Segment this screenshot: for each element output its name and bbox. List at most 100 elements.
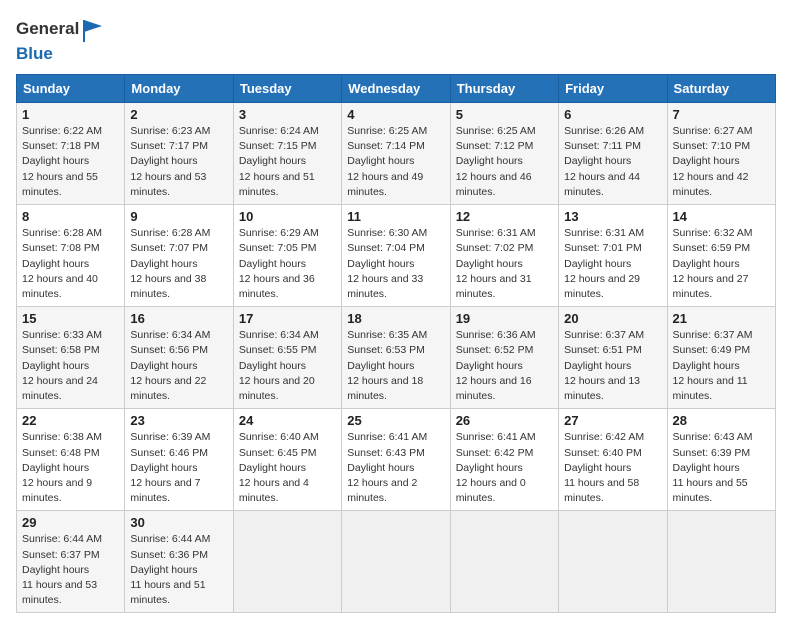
calendar-cell: 2 Sunrise: 6:23 AMSunset: 7:17 PMDaylight… (125, 103, 233, 205)
day-number: 29 (22, 515, 119, 530)
day-info: Sunrise: 6:37 AMSunset: 6:51 PMDaylight … (564, 328, 661, 404)
day-number: 22 (22, 413, 119, 428)
day-number: 18 (347, 311, 444, 326)
logo-flag-icon (80, 16, 108, 44)
calendar-cell: 3 Sunrise: 6:24 AMSunset: 7:15 PMDaylight… (233, 103, 341, 205)
day-number: 20 (564, 311, 661, 326)
day-info: Sunrise: 6:37 AMSunset: 6:49 PMDaylight … (673, 328, 770, 404)
day-number: 12 (456, 209, 553, 224)
day-number: 4 (347, 107, 444, 122)
calendar-cell (559, 511, 667, 613)
calendar-cell: 27 Sunrise: 6:42 AMSunset: 6:40 PMDayligh… (559, 409, 667, 511)
day-number: 19 (456, 311, 553, 326)
day-info: Sunrise: 6:42 AMSunset: 6:40 PMDaylight … (564, 430, 661, 506)
calendar-cell: 19 Sunrise: 6:36 AMSunset: 6:52 PMDayligh… (450, 307, 558, 409)
day-info: Sunrise: 6:39 AMSunset: 6:46 PMDaylight … (130, 430, 227, 506)
calendar-week-4: 22 Sunrise: 6:38 AMSunset: 6:48 PMDayligh… (17, 409, 776, 511)
calendar-cell: 22 Sunrise: 6:38 AMSunset: 6:48 PMDayligh… (17, 409, 125, 511)
calendar-cell: 16 Sunrise: 6:34 AMSunset: 6:56 PMDayligh… (125, 307, 233, 409)
day-info: Sunrise: 6:44 AMSunset: 6:37 PMDaylight … (22, 532, 119, 608)
day-info: Sunrise: 6:23 AMSunset: 7:17 PMDaylight … (130, 124, 227, 200)
logo: General Blue (16, 16, 109, 64)
day-info: Sunrise: 6:35 AMSunset: 6:53 PMDaylight … (347, 328, 444, 404)
calendar-cell: 8Sunrise: 6:28 AMSunset: 7:08 PMDaylight… (17, 205, 125, 307)
day-number: 25 (347, 413, 444, 428)
calendar-cell (450, 511, 558, 613)
calendar-cell: 25 Sunrise: 6:41 AMSunset: 6:43 PMDayligh… (342, 409, 450, 511)
calendar-cell: 14Sunrise: 6:32 AMSunset: 6:59 PMDayligh… (667, 205, 775, 307)
weekday-header-sunday: Sunday (17, 75, 125, 103)
calendar-cell: 18 Sunrise: 6:35 AMSunset: 6:53 PMDayligh… (342, 307, 450, 409)
weekday-header-saturday: Saturday (667, 75, 775, 103)
day-number: 6 (564, 107, 661, 122)
calendar-week-2: 8Sunrise: 6:28 AMSunset: 7:08 PMDaylight… (17, 205, 776, 307)
day-number: 2 (130, 107, 227, 122)
day-number: 15 (22, 311, 119, 326)
calendar-cell: 4 Sunrise: 6:25 AMSunset: 7:14 PMDaylight… (342, 103, 450, 205)
calendar-cell: 9 Sunrise: 6:28 AMSunset: 7:07 PMDaylight… (125, 205, 233, 307)
calendar-week-1: 1 Sunrise: 6:22 AMSunset: 7:18 PMDaylight… (17, 103, 776, 205)
weekday-header-thursday: Thursday (450, 75, 558, 103)
day-number: 11 (347, 209, 444, 224)
day-number: 28 (673, 413, 770, 428)
calendar-cell: 29 Sunrise: 6:44 AMSunset: 6:37 PMDayligh… (17, 511, 125, 613)
calendar-cell: 17Sunrise: 6:34 AMSunset: 6:55 PMDayligh… (233, 307, 341, 409)
calendar-cell (667, 511, 775, 613)
calendar-cell: 5 Sunrise: 6:25 AMSunset: 7:12 PMDaylight… (450, 103, 558, 205)
calendar-cell: 21 Sunrise: 6:37 AMSunset: 6:49 PMDayligh… (667, 307, 775, 409)
day-number: 27 (564, 413, 661, 428)
day-number: 13 (564, 209, 661, 224)
day-info: Sunrise: 6:44 AMSunset: 6:36 PMDaylight … (130, 532, 227, 608)
calendar-cell: 30Sunrise: 6:44 AMSunset: 6:36 PMDayligh… (125, 511, 233, 613)
weekday-header-monday: Monday (125, 75, 233, 103)
calendar-table: SundayMondayTuesdayWednesdayThursdayFrid… (16, 74, 776, 613)
weekday-header-friday: Friday (559, 75, 667, 103)
day-info: Sunrise: 6:41 AMSunset: 6:43 PMDaylight … (347, 430, 444, 506)
day-number: 16 (130, 311, 227, 326)
day-info: Sunrise: 6:31 AMSunset: 7:01 PMDaylight … (564, 226, 661, 302)
day-info: Sunrise: 6:29 AMSunset: 7:05 PMDaylight … (239, 226, 336, 302)
calendar-cell: 26 Sunrise: 6:41 AMSunset: 6:42 PMDayligh… (450, 409, 558, 511)
day-info: Sunrise: 6:25 AMSunset: 7:14 PMDaylight … (347, 124, 444, 200)
day-number: 9 (130, 209, 227, 224)
calendar-cell: 28 Sunrise: 6:43 AMSunset: 6:39 PMDayligh… (667, 409, 775, 511)
logo-general: General (16, 19, 79, 38)
weekday-header-wednesday: Wednesday (342, 75, 450, 103)
calendar-cell: 1 Sunrise: 6:22 AMSunset: 7:18 PMDaylight… (17, 103, 125, 205)
calendar-cell: 15 Sunrise: 6:33 AMSunset: 6:58 PMDayligh… (17, 307, 125, 409)
day-info: Sunrise: 6:36 AMSunset: 6:52 PMDaylight … (456, 328, 553, 404)
day-number: 23 (130, 413, 227, 428)
calendar-cell: 13 Sunrise: 6:31 AMSunset: 7:01 PMDayligh… (559, 205, 667, 307)
day-info: Sunrise: 6:38 AMSunset: 6:48 PMDaylight … (22, 430, 119, 506)
day-number: 24 (239, 413, 336, 428)
day-info: Sunrise: 6:34 AMSunset: 6:56 PMDaylight … (130, 328, 227, 404)
day-number: 14 (673, 209, 770, 224)
day-info: Sunrise: 6:28 AMSunset: 7:08 PMDaylight … (22, 226, 119, 302)
page-header: General Blue (16, 16, 776, 64)
day-number: 26 (456, 413, 553, 428)
logo-blue: Blue (16, 44, 53, 63)
day-number: 3 (239, 107, 336, 122)
calendar-cell: 12 Sunrise: 6:31 AMSunset: 7:02 PMDayligh… (450, 205, 558, 307)
day-info: Sunrise: 6:31 AMSunset: 7:02 PMDaylight … (456, 226, 553, 302)
day-info: Sunrise: 6:25 AMSunset: 7:12 PMDaylight … (456, 124, 553, 200)
day-info: Sunrise: 6:22 AMSunset: 7:18 PMDaylight … (22, 124, 119, 200)
day-info: Sunrise: 6:24 AMSunset: 7:15 PMDaylight … (239, 124, 336, 200)
day-number: 10 (239, 209, 336, 224)
calendar-cell: 7Sunrise: 6:27 AMSunset: 7:10 PMDaylight… (667, 103, 775, 205)
calendar-cell: 20 Sunrise: 6:37 AMSunset: 6:51 PMDayligh… (559, 307, 667, 409)
calendar-cell (342, 511, 450, 613)
day-number: 5 (456, 107, 553, 122)
day-number: 21 (673, 311, 770, 326)
day-info: Sunrise: 6:40 AMSunset: 6:45 PMDaylight … (239, 430, 336, 506)
day-info: Sunrise: 6:41 AMSunset: 6:42 PMDaylight … (456, 430, 553, 506)
weekday-header-tuesday: Tuesday (233, 75, 341, 103)
day-info: Sunrise: 6:28 AMSunset: 7:07 PMDaylight … (130, 226, 227, 302)
day-info: Sunrise: 6:34 AMSunset: 6:55 PMDaylight … (239, 328, 336, 404)
day-info: Sunrise: 6:26 AMSunset: 7:11 PMDaylight … (564, 124, 661, 200)
calendar-cell: 11 Sunrise: 6:30 AMSunset: 7:04 PMDayligh… (342, 205, 450, 307)
day-info: Sunrise: 6:33 AMSunset: 6:58 PMDaylight … (22, 328, 119, 404)
day-info: Sunrise: 6:43 AMSunset: 6:39 PMDaylight … (673, 430, 770, 506)
day-info: Sunrise: 6:30 AMSunset: 7:04 PMDaylight … (347, 226, 444, 302)
day-number: 1 (22, 107, 119, 122)
